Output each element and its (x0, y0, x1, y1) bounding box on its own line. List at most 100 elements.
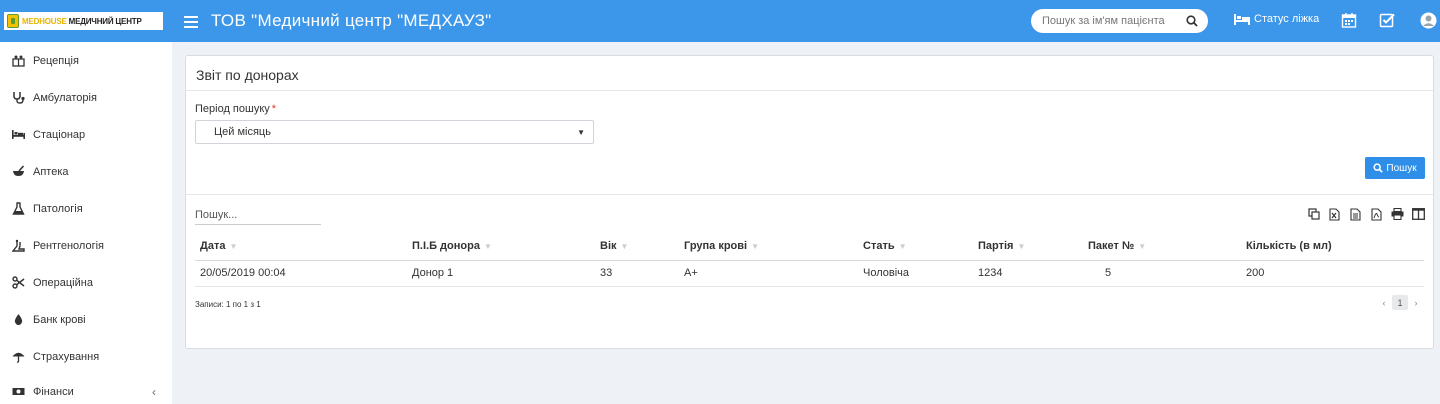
sidebar-item-reception[interactable]: Рецепція (0, 42, 172, 79)
column-header-label: Пакет № (1088, 240, 1135, 252)
sidebar: Рецепція Амбулаторія Стаціонар Аптека Па… (0, 42, 172, 404)
table-cell-quantity: 200 (1246, 267, 1265, 279)
csv-icon[interactable] (1345, 206, 1366, 222)
sort-icon: ▼ (898, 241, 907, 251)
sidebar-item-label: Амбулаторія (33, 91, 97, 104)
divider (186, 194, 1433, 195)
sidebar-item-pathology[interactable]: Патологія (0, 190, 172, 227)
column-header-blood-group[interactable]: Група крові ▼ (684, 240, 759, 252)
xray-icon (12, 239, 25, 252)
period-select-value: Цей місяць (214, 126, 271, 138)
sidebar-item-label: Фінанси (33, 385, 74, 398)
mortar-icon (13, 165, 25, 176)
money-icon (12, 388, 25, 395)
caret-down-icon: ▼ (577, 128, 585, 137)
period-label: Період пошуку * (195, 103, 276, 115)
pagination-page-button[interactable]: 1 (1392, 295, 1408, 310)
chevron-left-icon[interactable]: ‹ (152, 385, 156, 399)
search-icon (1373, 163, 1384, 173)
bed-status-label: Статус ліжка (1254, 13, 1320, 25)
calendar-icon[interactable] (1341, 12, 1357, 28)
column-header-label: Вік (600, 240, 617, 252)
sidebar-item-label: Рентгенологія (33, 239, 104, 252)
column-header-sex[interactable]: Стать ▼ (863, 240, 907, 252)
top-header: MEDHOUSE МЕДИЧНИЙ ЦЕНТР ТОВ "Медичний це… (0, 0, 1440, 42)
search-icon[interactable] (1186, 15, 1198, 27)
logo-brand: MEDHOUSE (22, 16, 67, 26)
column-header-label: П.І.Б донора (412, 240, 480, 252)
table-cell-blood-group: A+ (684, 267, 698, 279)
sidebar-item-inpatient[interactable]: Стаціонар (0, 116, 172, 153)
logo-subtitle: МЕДИЧНИЙ ЦЕНТР (68, 16, 142, 26)
table-cell-sex: Чоловіча (863, 267, 910, 279)
records-info: Записи: 1 по 1 з 1 (195, 300, 261, 309)
donor-report-panel: Звіт по донорах Період пошуку * Цей місяц… (185, 55, 1434, 349)
table-search-input[interactable] (195, 206, 321, 225)
copy-icon[interactable] (1303, 206, 1324, 222)
sidebar-item-label: Аптека (33, 165, 69, 178)
pagination-next-button[interactable]: › (1408, 295, 1424, 310)
app-title: ТОВ "Медичний центр "МЕДХАУЗ" (211, 11, 492, 30)
column-header-donor-name[interactable]: П.І.Б донора ▼ (412, 240, 492, 252)
sidebar-item-insurance[interactable]: Страхування (0, 338, 172, 375)
table-cell-donor-name: Донор 1 (412, 267, 454, 279)
user-avatar-icon[interactable] (1420, 12, 1437, 29)
bed-icon (12, 130, 25, 139)
sidebar-item-ambulatory[interactable]: Амбулаторія (0, 79, 172, 116)
table-header-divider (195, 260, 1424, 261)
column-header-label: Кількість (в мл) (1246, 240, 1332, 252)
table-cell-package-no: 5 (1105, 267, 1112, 279)
column-header-batch[interactable]: Партія ▼ (978, 240, 1025, 252)
sidebar-item-label: Патологія (33, 202, 83, 215)
sort-icon: ▼ (620, 241, 629, 251)
export-toolbar (1303, 206, 1429, 222)
sidebar-item-operating-room[interactable]: Операційна (0, 264, 172, 301)
sidebar-item-label: Банк крові (33, 313, 86, 326)
logo-emblem-icon (7, 14, 19, 28)
page-title: Звіт по донорах (196, 67, 299, 83)
sidebar-item-blood-bank[interactable]: Банк крові (0, 301, 172, 338)
bed-icon (1234, 13, 1250, 25)
period-label-text: Період пошуку (195, 103, 270, 115)
stethoscope-icon (13, 92, 25, 104)
sidebar-item-radiology[interactable]: Рентгенологія (0, 227, 172, 264)
excel-icon[interactable] (1324, 206, 1345, 222)
print-icon[interactable] (1387, 206, 1408, 222)
sort-icon: ▼ (229, 241, 238, 251)
sidebar-item-finance[interactable]: Фінанси ‹ (0, 373, 172, 404)
sidebar-item-label: Рецепція (33, 54, 79, 67)
column-header-quantity[interactable]: Кількість (в мл) (1246, 240, 1332, 252)
checklist-icon[interactable] (1379, 12, 1395, 28)
umbrella-icon (12, 352, 25, 363)
menu-toggle-icon[interactable] (184, 12, 198, 30)
patient-search-input[interactable] (1031, 9, 1176, 33)
logo[interactable]: MEDHOUSE МЕДИЧНИЙ ЦЕНТР (4, 12, 163, 30)
table-cell-age: 33 (600, 267, 613, 279)
pdf-icon[interactable] (1366, 206, 1387, 222)
table-row-divider (195, 286, 1424, 287)
divider (186, 90, 1433, 91)
column-header-label: Стать (863, 240, 895, 252)
search-button-label: Пошук (1386, 162, 1417, 174)
bed-status-link[interactable]: Статус ліжка (1234, 13, 1319, 25)
sidebar-item-label: Стаціонар (33, 128, 86, 141)
column-header-label: Дата (200, 240, 226, 252)
sidebar-item-pharmacy[interactable]: Аптека (0, 153, 172, 190)
search-button[interactable]: Пошук (1365, 157, 1425, 179)
sidebar-item-label: Операційна (33, 276, 93, 289)
table-cell-batch: 1234 (978, 267, 1003, 279)
sort-icon: ▼ (751, 241, 760, 251)
period-select[interactable]: Цей місяць ▼ (195, 120, 594, 144)
pagination: ‹ 1 › (1376, 295, 1424, 310)
column-header-age[interactable]: Вік ▼ (600, 240, 628, 252)
column-header-package-no[interactable]: Пакет № ▼ (1088, 240, 1146, 252)
sort-icon: ▼ (483, 241, 492, 251)
pagination-prev-button[interactable]: ‹ (1376, 295, 1392, 310)
columns-icon[interactable] (1408, 206, 1429, 222)
blood-drop-icon (14, 314, 23, 325)
column-header-date[interactable]: Дата ▼ (200, 240, 237, 252)
reception-icon (12, 55, 25, 67)
required-mark: * (271, 103, 277, 115)
patient-search (1031, 9, 1208, 33)
column-header-label: Партія (978, 240, 1014, 252)
